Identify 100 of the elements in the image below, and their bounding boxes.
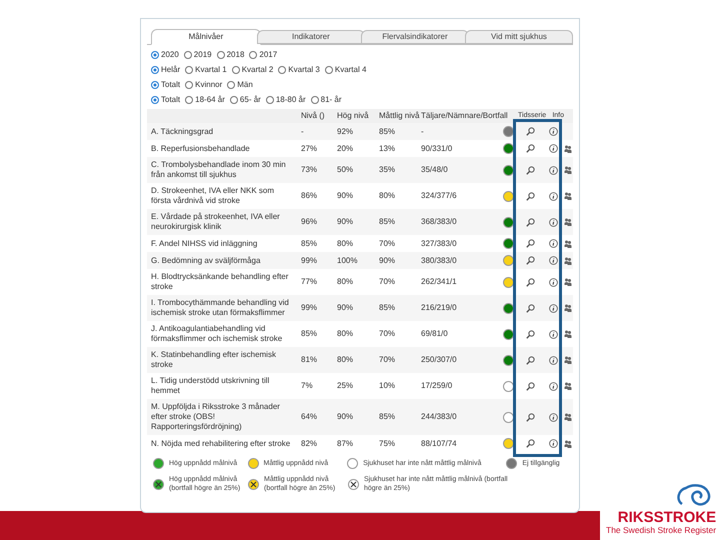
table-cell-text: 17/259/0 bbox=[421, 381, 454, 391]
info-icon[interactable] bbox=[548, 239, 558, 248]
radio-button[interactable] bbox=[232, 66, 240, 74]
radio-label: 2019 bbox=[194, 49, 212, 61]
table-cell-text: 380/383/0 bbox=[421, 256, 458, 266]
radio-button[interactable] bbox=[185, 96, 194, 104]
table-cell-text: 35% bbox=[379, 165, 396, 175]
radio-button[interactable] bbox=[151, 81, 159, 89]
table-cell-text: 10% bbox=[379, 381, 396, 391]
logo-tagline: The Swedish Stroke Register bbox=[606, 525, 716, 535]
table-cell-text: 85% bbox=[379, 412, 396, 422]
search-icon[interactable] bbox=[526, 330, 534, 338]
search-icon[interactable] bbox=[526, 127, 534, 136]
table-cell-text: 100% bbox=[337, 256, 358, 266]
people-icon[interactable] bbox=[564, 413, 572, 421]
search-icon[interactable] bbox=[526, 412, 534, 422]
radio-label: 18-64 år bbox=[195, 94, 225, 106]
indicator-name: M. Uppföljda i Riksstroke 3 månader efter stroke (OBS! Rapporteringsfördröjning) bbox=[151, 402, 281, 432]
radio-label: Totalt bbox=[161, 79, 180, 91]
people-icon[interactable] bbox=[564, 166, 572, 174]
info-icon[interactable] bbox=[548, 166, 558, 174]
table-cell-text: 262/341/1 bbox=[421, 277, 458, 287]
info-icon[interactable] bbox=[548, 278, 558, 286]
radio-button[interactable] bbox=[151, 66, 159, 74]
indicator-name: J. Antikoagulantiabehandling vid förmaksflimmer och ischemisk stroke bbox=[151, 324, 284, 344]
radio-button[interactable] bbox=[216, 51, 225, 59]
indicator-name: A. Täckningsgrad bbox=[151, 126, 214, 136]
search-icon[interactable] bbox=[526, 278, 534, 286]
table-cell-text: - bbox=[421, 126, 425, 136]
search-icon[interactable] bbox=[526, 382, 534, 390]
radio-button[interactable] bbox=[249, 51, 258, 59]
table-cell-text: 70% bbox=[379, 238, 396, 248]
search-icon[interactable] bbox=[526, 356, 534, 364]
tab[interactable]: Indikatorer bbox=[256, 30, 365, 44]
search-icon[interactable] bbox=[526, 256, 534, 265]
logo-wordmark: RIKSSTROKE bbox=[618, 510, 716, 525]
radio-button[interactable] bbox=[230, 96, 238, 104]
people-icon[interactable] bbox=[564, 240, 572, 248]
tab[interactable]: Målnivåer bbox=[151, 29, 261, 45]
tab[interactable]: Flervalsindikatorer bbox=[360, 30, 469, 44]
people-icon[interactable] bbox=[564, 192, 572, 200]
table-cell-text: 99% bbox=[301, 303, 318, 313]
people-icon[interactable] bbox=[564, 304, 572, 312]
search-icon[interactable] bbox=[526, 166, 534, 174]
people-icon[interactable] bbox=[564, 382, 572, 390]
table-cell-text: 25% bbox=[337, 381, 354, 391]
info-icon[interactable] bbox=[548, 192, 558, 200]
table-cell-text: 92% bbox=[337, 126, 354, 136]
radio-button[interactable] bbox=[227, 81, 236, 89]
table-cell-text: 82% bbox=[301, 438, 318, 448]
radio-button[interactable] bbox=[151, 51, 159, 59]
search-icon[interactable] bbox=[526, 144, 534, 153]
info-icon[interactable] bbox=[548, 127, 558, 136]
radio-button[interactable] bbox=[278, 66, 286, 74]
table-cell-text: 244/383/0 bbox=[421, 412, 458, 422]
table-cell-text: 73% bbox=[301, 165, 318, 175]
table-cell-text: 90/331/0 bbox=[421, 144, 454, 154]
radio-button[interactable] bbox=[266, 96, 274, 104]
search-icon[interactable] bbox=[526, 439, 534, 448]
table-cell-text: 327/383/0 bbox=[421, 238, 458, 248]
table-cell-text: 87% bbox=[337, 438, 354, 448]
info-icon[interactable] bbox=[548, 439, 558, 448]
info-icon[interactable] bbox=[548, 412, 558, 422]
radio-button[interactable] bbox=[310, 96, 319, 104]
people-icon[interactable] bbox=[564, 356, 572, 364]
info-icon[interactable] bbox=[548, 144, 558, 153]
search-icon[interactable] bbox=[526, 218, 534, 226]
table-cell-text: 80% bbox=[337, 355, 354, 365]
info-icon[interactable] bbox=[548, 218, 558, 226]
people-icon[interactable] bbox=[564, 440, 572, 448]
radio-button[interactable] bbox=[184, 51, 192, 59]
radio-button[interactable] bbox=[324, 66, 333, 74]
people-icon[interactable] bbox=[564, 278, 572, 286]
radio-button[interactable] bbox=[185, 66, 194, 74]
search-icon[interactable] bbox=[526, 304, 534, 312]
table-cell-text: 81% bbox=[301, 355, 318, 365]
indicator-name: N. Nöjda med rehabilitering efter stroke bbox=[151, 438, 292, 448]
table-cell-text: 90% bbox=[379, 256, 396, 266]
people-icon[interactable] bbox=[564, 144, 572, 152]
table-cell-text: 250/307/0 bbox=[421, 355, 458, 365]
search-icon[interactable] bbox=[526, 239, 534, 248]
tab[interactable]: Vid mitt sjukhus bbox=[464, 30, 574, 44]
column-header: Nivå () bbox=[301, 111, 326, 121]
info-icon[interactable] bbox=[548, 330, 558, 338]
table-cell-text: 85% bbox=[301, 329, 318, 339]
table-cell-text: 90% bbox=[337, 217, 354, 227]
table-cell-text: 7% bbox=[301, 381, 314, 391]
search-icon[interactable] bbox=[526, 192, 534, 200]
table-cell-text: 88/107/74 bbox=[421, 438, 458, 448]
indicator-name: K. Statinbehandling efter ischemisk stroke bbox=[151, 350, 277, 370]
radio-button[interactable] bbox=[185, 81, 194, 89]
info-icon[interactable] bbox=[548, 382, 558, 390]
indicator-name: D. Strokeenhet, IVA eller NKK som första vårdnivå vid stroke bbox=[151, 186, 276, 206]
info-icon[interactable] bbox=[548, 356, 558, 364]
info-icon[interactable] bbox=[548, 256, 558, 265]
radio-button[interactable] bbox=[151, 96, 159, 104]
people-icon[interactable] bbox=[564, 330, 572, 338]
info-icon[interactable] bbox=[548, 304, 558, 312]
people-icon[interactable] bbox=[564, 256, 572, 264]
people-icon[interactable] bbox=[564, 218, 572, 226]
